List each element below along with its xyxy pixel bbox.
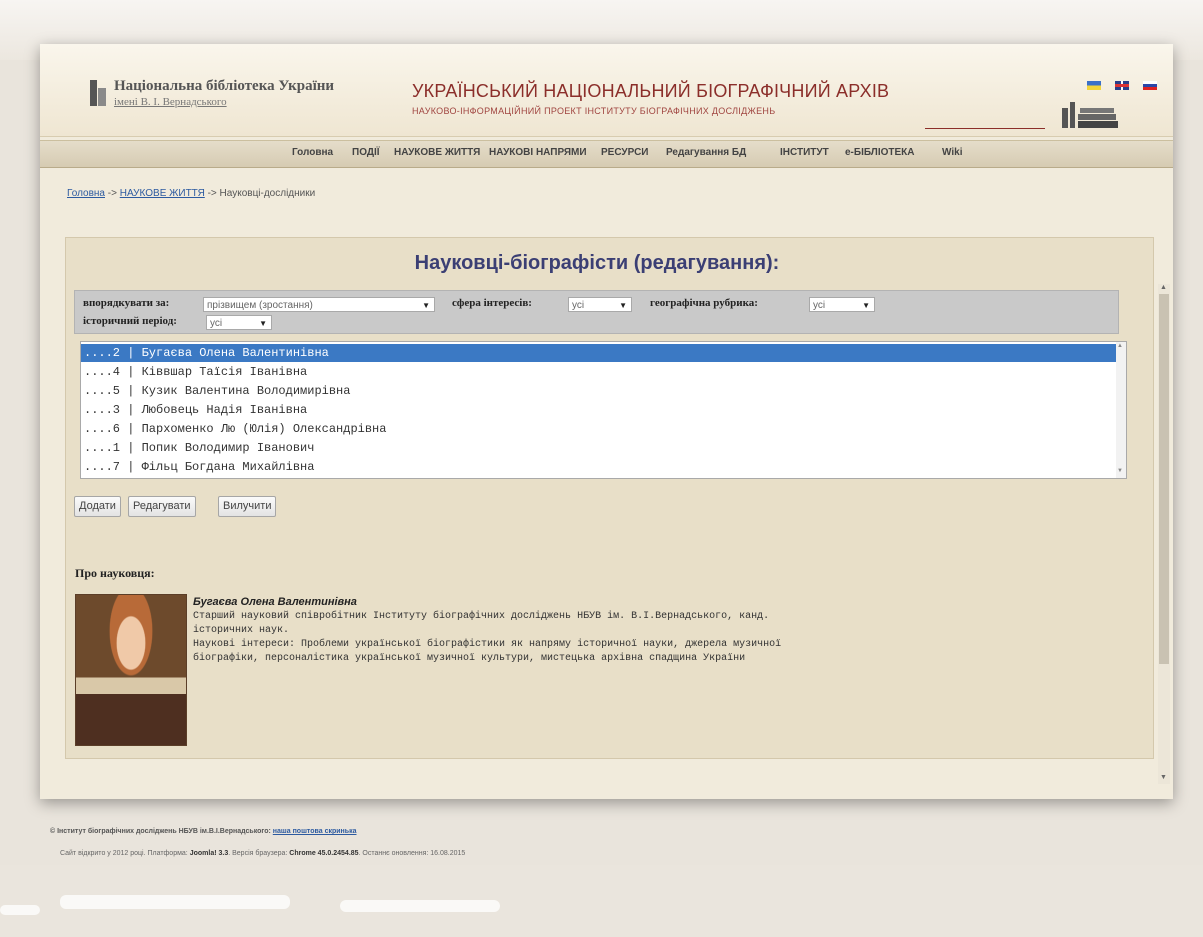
nav-item-institute[interactable]: ІНСТИТУТ [780,147,829,158]
scrollbar-thumb[interactable] [1159,294,1169,664]
page-container: Національна бібліотека України імені В. … [40,44,1173,799]
filter-bar: впорядкувати за: прізвищем (зростання) ▼… [74,290,1119,334]
dropdown-arrow-icon: ▼ [619,301,627,310]
site-title: УКРАЇНСЬКИЙ НАЦІОНАЛЬНИЙ БІОГРАФІЧНИЙ АР… [412,81,890,101]
period-select[interactable]: усі ▼ [206,315,272,330]
scroll-down-icon[interactable]: ▼ [1117,468,1123,474]
sphere-label: сфера інтересів: [452,297,532,309]
about-scientist-label: Про науковця: [75,566,155,580]
bio-line: Старший науковий співробітник Інституту … [193,611,770,622]
scientists-listbox[interactable]: ....2 | Бугаєва Олена Валентинівна ....4… [80,341,1127,479]
footer-meta-text: . Версія браузера: [228,850,288,857]
delete-button[interactable]: Вилучити [218,496,277,517]
flag-russian-icon[interactable] [1143,81,1157,90]
flag-ukrainian-icon[interactable] [1087,81,1101,90]
sort-label: впорядкувати за: [83,297,170,309]
nav-item-db-editing[interactable]: Редагування БД [666,147,746,158]
footer-meta: Сайт відкрито у 2012 році. Платформа: Jo… [60,850,465,857]
dropdown-arrow-icon: ▼ [422,301,430,310]
nav-item-wiki[interactable]: Wiki [942,147,962,158]
nav-item-scientific-life[interactable]: НАУКОВЕ ЖИТТЯ [394,147,480,158]
dropdown-arrow-icon: ▼ [259,319,267,328]
geo-select[interactable]: усі ▼ [809,297,875,312]
period-select-value: усі [210,318,223,329]
bio-line: біографіки, персоналістика української м… [193,653,746,664]
scroll-up-icon[interactable]: ▲ [1117,343,1123,349]
breadcrumb-separator: -> [207,188,217,199]
list-item[interactable]: ....4 | Ківвшар Таїсія Іванівна [81,363,1117,381]
footer-copyright: © Інститут біографічних досліджень НБУВ … [50,828,356,835]
background-decoration [60,895,290,909]
edit-button[interactable]: Редагувати [128,496,196,517]
main-nav: Головна ПОДІЇ НАУКОВЕ ЖИТТЯ НАУКОВІ НАПР… [40,140,1173,168]
header-rule [925,128,1045,129]
geo-label: географічна рубрика: [650,297,758,309]
bio-line: історичних наук. [193,625,290,636]
list-item[interactable]: ....3 | Любовець Надія Іванівна [81,401,1117,419]
sphere-select[interactable]: усі ▼ [568,297,632,312]
sphere-select-value: усі [572,300,585,311]
scientist-photo [75,594,187,746]
site-subtitle: НАУКОВО-ІНФОРМАЦІЙНИЙ ПРОЕКТ ІНСТИТУТУ Б… [412,106,776,116]
nav-item-resources[interactable]: РЕСУРСИ [601,147,648,158]
sort-select[interactable]: прізвищем (зростання) ▼ [203,297,435,312]
breadcrumb-separator: -> [107,188,117,199]
dropdown-arrow-icon: ▼ [862,301,870,310]
footer-platform[interactable]: Joomla! 3.3 [190,850,229,857]
page-scrollbar[interactable]: ▲ ▼ [1158,284,1170,784]
editor-panel: Науковці-біографісти (редагування): впор… [65,237,1154,759]
breadcrumb-section-link[interactable]: НАУКОВЕ ЖИТТЯ [120,188,205,199]
footer-copyright-text: © Інститут біографічних досліджень НБУВ … [50,828,271,835]
period-label: історичний період: [83,315,177,327]
sort-select-value: прізвищем (зростання) [207,300,313,311]
footer-browser: Chrome 45.0.2454.85 [289,850,359,857]
footer-meta-text: . Останнє оновлення: 16.08.2015 [358,850,466,857]
footer-mail-link[interactable]: наша поштова скринька [273,828,357,835]
site-footer: © Інститут біографічних досліджень НБУВ … [40,813,1173,885]
nav-item-research-areas[interactable]: НАУКОВІ НАПРЯМИ [489,147,587,158]
list-item[interactable]: ....6 | Пархоменко Лю (Юлія) Олександрів… [81,420,1117,438]
bio-line: Наукові інтереси: Проблеми української б… [193,639,782,650]
footer-meta-text: Сайт відкрито у 2012 році. Платформа: [60,850,188,857]
flag-english-icon[interactable] [1115,81,1129,90]
books-icon [1062,102,1118,128]
library-subtitle[interactable]: імені В. І. Вернадського [114,96,227,108]
list-item[interactable]: ....1 | Попик Володимир Іванович [81,439,1117,457]
panel-title: Науковці-біографісти (редагування): [414,252,780,274]
site-header: Національна бібліотека України імені В. … [40,44,1173,137]
breadcrumb-home-link[interactable]: Головна [67,188,105,199]
list-item[interactable]: ....2 | Бугаєва Олена Валентинівна [81,344,1117,362]
background-decoration [340,900,500,912]
add-button[interactable]: Додати [74,496,121,517]
scroll-up-icon[interactable]: ▲ [1160,284,1167,291]
background-decoration [0,905,40,915]
nav-item-home[interactable]: Головна [292,147,333,158]
nav-item-e-library[interactable]: е-БІБЛІОТЕКА [845,147,914,158]
scroll-down-icon[interactable]: ▼ [1160,774,1167,781]
nav-item-events[interactable]: ПОДІЇ [352,147,380,158]
breadcrumb-current: Науковці-дослідники [219,188,316,199]
breadcrumb: Головна -> НАУКОВЕ ЖИТТЯ -> Науковці-дос… [67,188,315,199]
bio-name: Бугаєва Олена Валентинівна [193,596,357,608]
list-item[interactable]: ....7 | Фільц Богдана Михайлівна [81,458,1117,476]
library-name[interactable]: Національна бібліотека України [114,78,334,95]
list-item[interactable]: ....5 | Кузик Валентина Володимирівна [81,382,1117,400]
geo-select-value: усі [813,300,826,311]
listbox-scrollbar[interactable]: ▲ ▼ [1116,342,1126,478]
library-logo-icon[interactable] [90,80,106,106]
